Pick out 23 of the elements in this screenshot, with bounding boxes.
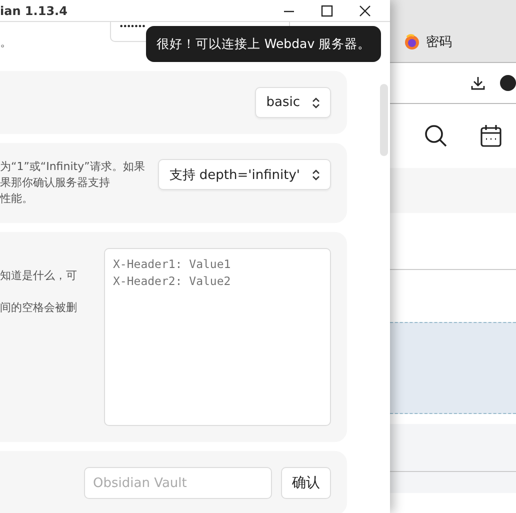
description-line: 知道是什么，可 [0, 268, 77, 284]
success-toast: 很好！可以连接上 Webdav 服务器。 [146, 26, 381, 62]
description-line: 为“1”或“Infinity”请求。如果 [0, 159, 145, 175]
description-line: 性能。 [0, 191, 33, 207]
window-title: ian 1.13.4 [0, 4, 68, 18]
description-line: 果那你确认服务器支持 [0, 175, 110, 191]
browser-logo-icon [404, 34, 420, 50]
chevron-up-down-icon [312, 168, 320, 180]
scrollbar-thumb[interactable] [380, 84, 388, 156]
chevron-up-down-icon [312, 96, 320, 108]
setting-description: 。 [0, 34, 13, 50]
dropdown-select[interactable]: basic [255, 87, 331, 118]
folder-name-field[interactable]: Obsidian Vault [84, 467, 272, 499]
confirm-button[interactable]: 确认 [281, 467, 331, 499]
maximize-icon[interactable] [321, 4, 333, 16]
close-icon[interactable] [359, 4, 371, 16]
search-icon[interactable] [424, 124, 448, 148]
description-line: 间的空格会被删 [0, 300, 77, 316]
account-icon[interactable] [500, 75, 516, 91]
download-icon[interactable] [470, 75, 486, 91]
dropdown-select[interactable]: 支持 depth='infinity' [158, 159, 331, 190]
headers-textarea[interactable]: X-Header1: Value1 X-Header2: Value2 [104, 248, 331, 426]
calendar-icon[interactable] [480, 124, 502, 148]
